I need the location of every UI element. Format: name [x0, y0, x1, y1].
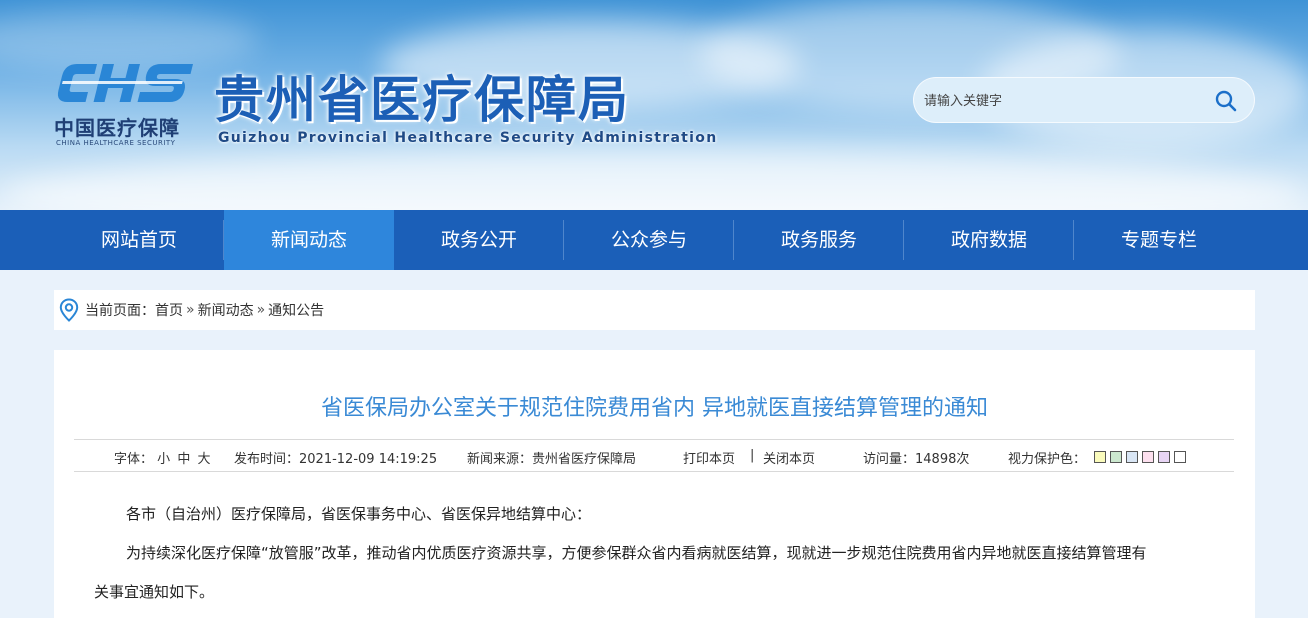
article-paragraph: 各市（自治州）医疗保障局，省医保事务中心、省医保异地结算中心：	[126, 505, 592, 523]
nav-item-news[interactable]: 新闻动态	[224, 210, 394, 270]
font-large-button[interactable]: 大	[197, 452, 210, 467]
visits-label: 访问量：	[863, 452, 916, 467]
site-title: 贵州省医疗保障局	[214, 71, 630, 129]
nav-item-home[interactable]: 网站首页	[54, 210, 224, 270]
chs-logo-icon	[57, 64, 194, 102]
eye-color-swatch[interactable]	[1126, 451, 1138, 463]
chs-logo[interactable]: 中国医疗保障 CHINA HEALTHCARE SECURITY	[54, 60, 194, 150]
article-title: 省医保局办公室关于规范住院费用省内 异地就医直接结算管理的通知	[321, 396, 988, 421]
logo-chinese-text: 中国医疗保障	[54, 116, 180, 140]
breadcrumb-separator: »	[256, 302, 266, 318]
font-size-controls: 字体： 小 中 大	[114, 448, 213, 467]
breadcrumb-notice-link[interactable]: 通知公告	[268, 300, 324, 320]
publish-label: 发布时间：	[234, 452, 300, 467]
source-label: 新闻来源：	[467, 452, 533, 467]
eye-protection-label: 视力保护色：	[1008, 452, 1087, 467]
article-panel: 省医保局办公室关于规范住院费用省内 异地就医直接结算管理的通知 字体： 小 中 …	[54, 350, 1255, 618]
eye-color-swatch[interactable]	[1158, 451, 1170, 463]
breadcrumb-home-link[interactable]: 首页	[155, 300, 183, 320]
nav-item-gov-data[interactable]: 政府数据	[904, 210, 1074, 270]
eye-color-swatch[interactable]	[1142, 451, 1154, 463]
nav-item-special-topics[interactable]: 专题专栏	[1074, 210, 1244, 270]
logo-english-text: CHINA HEALTHCARE SECURITY	[56, 139, 176, 147]
main-nav: 网站首页 新闻动态 政务公开 公众参与 政务服务 政府数据 专题专栏	[0, 210, 1308, 270]
article-paragraph: 为持续深化医疗保障“放管服”改革，推动省内优质医疗资源共享，方便参保群众省内看病…	[126, 544, 1147, 562]
cloud-decoration	[0, 150, 1308, 210]
site-subtitle: Guizhou Provincial Healthcare Security A…	[218, 130, 718, 146]
search-input[interactable]	[924, 88, 1194, 114]
nav-item-public-participation[interactable]: 公众参与	[564, 210, 734, 270]
search-icon	[1215, 90, 1237, 112]
breadcrumb-news-link[interactable]: 新闻动态	[198, 300, 254, 320]
breadcrumb-prefix: 当前页面：	[85, 303, 155, 319]
visits-value: 14898次	[915, 452, 970, 467]
print-page-link[interactable]: 打印本页	[683, 448, 735, 467]
nav-item-gov-affairs[interactable]: 政务公开	[394, 210, 564, 270]
close-page-link[interactable]: 关闭本页	[763, 448, 815, 467]
breadcrumb-separator: »	[186, 302, 195, 318]
publish-time: 发布时间：2021-12-09 14:19:25	[234, 448, 437, 467]
meta-divider: |	[750, 448, 755, 463]
source-value: 贵州省医疗保障局	[532, 452, 637, 467]
font-small-button[interactable]: 小	[157, 452, 170, 467]
font-medium-button[interactable]: 中	[177, 452, 190, 467]
eye-protection-swatches	[1094, 451, 1186, 463]
news-source: 新闻来源：贵州省医疗保障局	[467, 448, 636, 467]
publish-value: 2021-12-09 14:19:25	[299, 452, 438, 467]
article-meta-bar: 字体： 小 中 大 发布时间：2021-12-09 14:19:25 新闻来源：…	[74, 439, 1234, 472]
location-pin-icon	[59, 298, 79, 322]
eye-color-swatch[interactable]	[1110, 451, 1122, 463]
header-banner: 中国医疗保障 CHINA HEALTHCARE SECURITY 贵州省医疗保障…	[0, 0, 1308, 210]
visit-count: 访问量：14898次	[863, 448, 969, 467]
article-paragraph: 关事宜通知如下。	[94, 583, 215, 601]
eye-color-swatch[interactable]	[1174, 451, 1186, 463]
eye-color-swatch[interactable]	[1094, 451, 1106, 463]
search-button[interactable]	[1214, 89, 1238, 113]
font-size-label: 字体：	[114, 452, 154, 467]
search-box	[913, 77, 1255, 123]
nav-item-gov-services[interactable]: 政务服务	[734, 210, 904, 270]
breadcrumb: 当前页面： 首页 » 新闻动态 » 通知公告	[54, 290, 1255, 330]
